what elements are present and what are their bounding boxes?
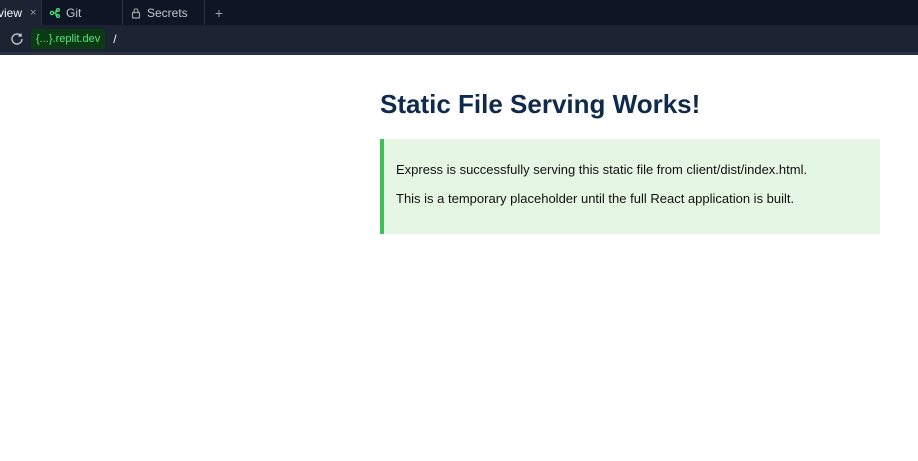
url-domain-badge[interactable]: {...}.replit.dev — [31, 28, 106, 49]
add-tab-button[interactable]: + — [205, 0, 233, 25]
tab-git[interactable]: Git — [42, 0, 123, 25]
url-bar: {...}.replit.dev / — [0, 25, 918, 53]
success-notice: Express is successfully serving this sta… — [380, 139, 880, 234]
tab-bar: view × Git Secrets + — [0, 0, 918, 25]
notice-line: This is a temporary placeholder until th… — [396, 191, 795, 206]
notice-line: Express is successfully serving this sta… — [396, 162, 808, 177]
page-content: Static File Serving Works! Express is su… — [380, 55, 880, 234]
close-icon[interactable]: × — [30, 7, 36, 19]
tab-webview[interactable]: view × — [0, 0, 42, 25]
git-branch-icon — [49, 7, 61, 19]
url-path-input[interactable]: / — [113, 32, 116, 46]
tab-git-label: Git — [66, 5, 82, 20]
tab-secrets[interactable]: Secrets — [123, 0, 205, 25]
lock-icon — [130, 7, 142, 19]
tab-webview-label: view — [0, 5, 23, 20]
page-title: Static File Serving Works! — [380, 89, 701, 119]
reload-icon[interactable] — [9, 31, 25, 47]
tab-secrets-label: Secrets — [147, 5, 188, 20]
